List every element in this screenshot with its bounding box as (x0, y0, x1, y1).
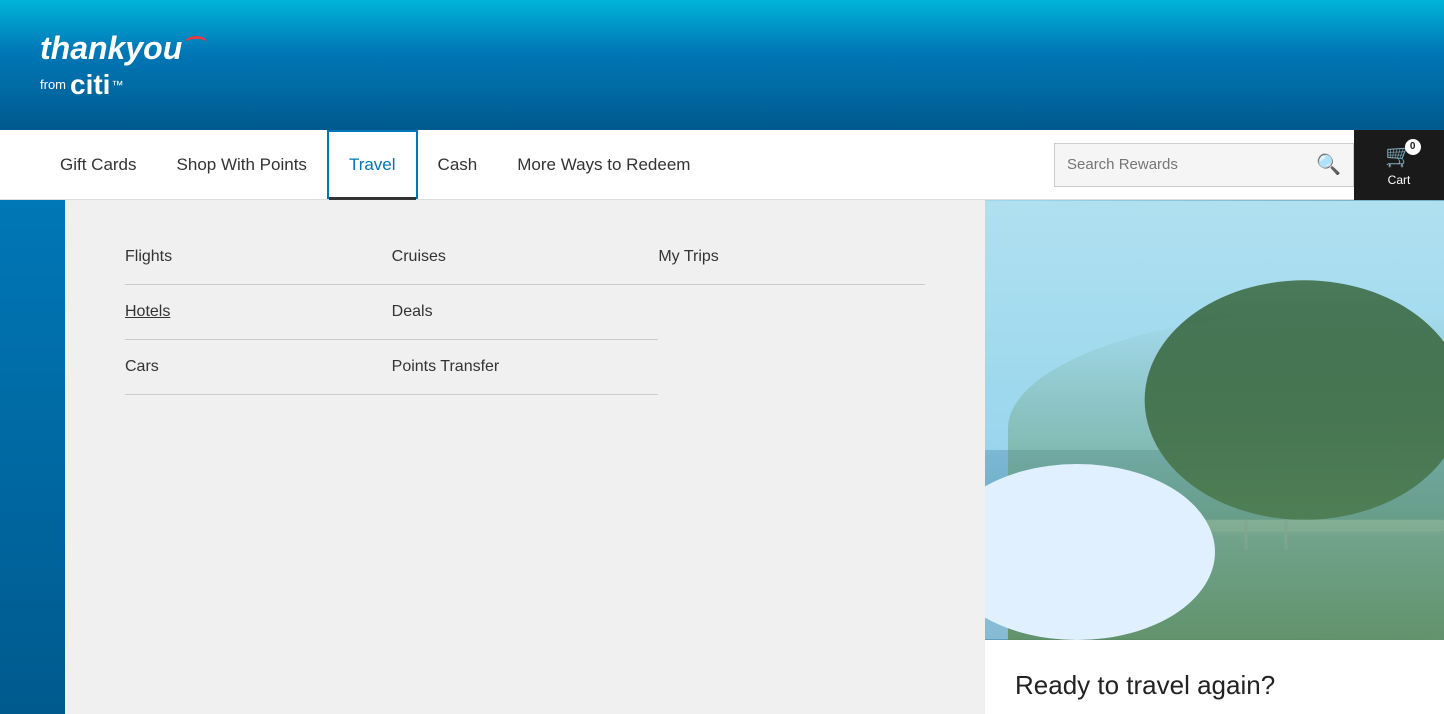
navbar: Gift Cards Shop With Points Travel Cash … (0, 130, 1444, 200)
nav-item-more-ways[interactable]: More Ways to Redeem (497, 130, 710, 199)
nav-item-gift-cards[interactable]: Gift Cards (40, 130, 157, 199)
dropdown-grid: Flights Hotels Cars Cruises Deals Point (125, 230, 925, 395)
logo-arch-icon (185, 36, 207, 49)
nav-item-shop-with-points[interactable]: Shop With Points (157, 130, 327, 199)
search-box: 🔍 (1054, 143, 1354, 187)
dropdown-item-my-trips[interactable]: My Trips (658, 230, 925, 285)
cart-icon-wrap: 🛒 0 (1385, 143, 1412, 169)
nav-item-cash[interactable]: Cash (418, 130, 498, 199)
dropdown-col-1: Flights Hotels Cars (125, 230, 392, 395)
dropdown-col-3: My Trips (658, 230, 925, 395)
search-area: 🔍 🛒 0 Cart (1054, 130, 1444, 199)
dropdown-item-flights[interactable]: Flights (125, 230, 392, 285)
dropdown-area: Flights Hotels Cars Cruises Deals Point (0, 200, 1444, 714)
logo-from-text: from (40, 77, 66, 92)
logo-second-row: from citi ™ (40, 69, 207, 101)
blue-sidebar-accent (0, 200, 65, 714)
logo: thankyou from citi ™ (40, 30, 207, 101)
search-input[interactable] (1067, 156, 1316, 173)
dropdown-item-points-transfer[interactable]: Points Transfer (392, 340, 659, 395)
cart-button[interactable]: 🛒 0 Cart (1354, 130, 1444, 200)
cart-badge: 0 (1405, 139, 1421, 155)
logo-thankyou: thankyou (40, 30, 182, 67)
cart-label: Cart (1388, 173, 1411, 187)
dropdown-item-deals[interactable]: Deals (392, 285, 659, 340)
travel-heading: Ready to travel again? (1015, 670, 1414, 701)
search-icon-button[interactable]: 🔍 (1316, 152, 1341, 177)
dropdown-item-hotels[interactable]: Hotels (125, 285, 392, 340)
nav-links: Gift Cards Shop With Points Travel Cash … (0, 130, 1054, 199)
search-icon: 🔍 (1316, 154, 1341, 176)
travel-image (985, 200, 1444, 640)
right-content: Ready to travel again? Redeem your Thank… (985, 640, 1444, 714)
logo-citi-text: citi (70, 69, 110, 101)
right-panel: Ready to travel again? Redeem your Thank… (985, 200, 1444, 714)
travel-image-svg (985, 200, 1444, 640)
dropdown-col-2: Cruises Deals Points Transfer (392, 230, 659, 395)
logo-trademark: ™ (111, 78, 123, 92)
dropdown-content: Flights Hotels Cars Cruises Deals Point (65, 200, 985, 714)
dropdown-item-cars[interactable]: Cars (125, 340, 392, 395)
nav-item-travel[interactable]: Travel (327, 130, 418, 199)
header: thankyou from citi ™ (0, 0, 1444, 130)
dropdown-item-cruises[interactable]: Cruises (392, 230, 659, 285)
